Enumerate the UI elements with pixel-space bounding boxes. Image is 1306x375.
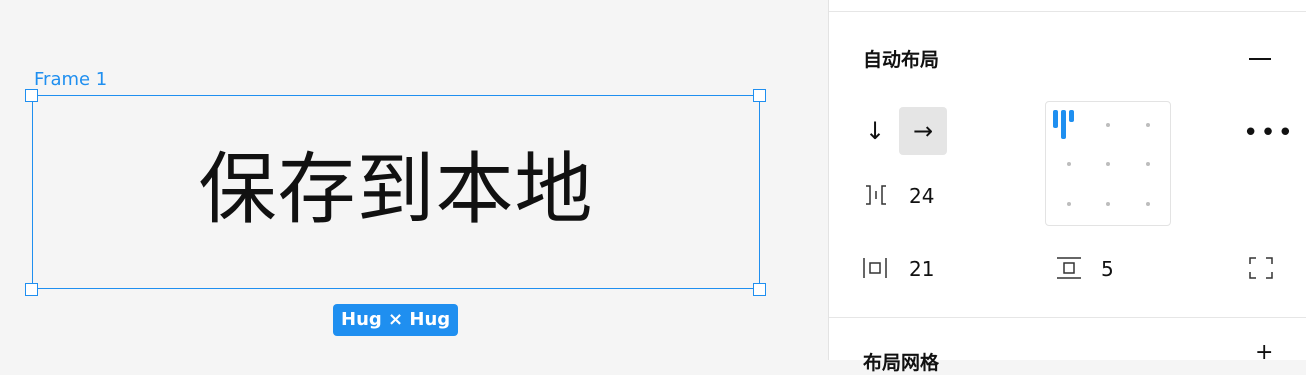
section-divider-bottom (829, 317, 1306, 318)
selected-frame[interactable]: 保存到本地 (32, 95, 760, 289)
size-badge: Hug × Hug (333, 304, 459, 336)
resize-handle-bottom-left[interactable] (25, 283, 38, 296)
horizontal-padding-input[interactable]: 21 (909, 255, 934, 283)
alignment-dot-middle-right[interactable] (1146, 162, 1150, 166)
resize-handle-top-right[interactable] (753, 89, 766, 102)
gap-value-input[interactable]: 24 (909, 182, 934, 210)
arrow-right-icon: → (912, 117, 934, 145)
alignment-indicator-bar-1 (1053, 110, 1058, 128)
vertical-padding-input[interactable]: 5 (1101, 255, 1114, 283)
alignment-dot-middle-left[interactable] (1067, 162, 1071, 166)
alignment-dot-bottom-left[interactable] (1067, 202, 1071, 206)
alignment-dot-top-center[interactable] (1106, 123, 1110, 127)
alignment-indicator-bar-3 (1069, 110, 1074, 122)
auto-layout-section-title: 自动布局 (863, 49, 940, 71)
alignment-dot-bottom-center[interactable] (1106, 202, 1110, 206)
alignment-dot-middle-center[interactable] (1106, 162, 1110, 166)
spacing-between-icon (863, 182, 889, 213)
arrow-down-icon: ↓ (864, 117, 886, 145)
section-divider-top (829, 11, 1306, 12)
alignment-grid[interactable] (1045, 101, 1171, 226)
resize-handle-bottom-right[interactable] (753, 283, 766, 296)
resize-handle-top-left[interactable] (25, 89, 38, 102)
design-canvas[interactable]: Frame 1 保存到本地 Hug × Hug (0, 0, 828, 360)
alignment-dot-top-right[interactable] (1146, 123, 1150, 127)
frame-name-label[interactable]: Frame 1 (34, 68, 107, 92)
add-layout-grid-icon[interactable]: + (1255, 340, 1273, 365)
more-options-icon[interactable]: ••• (1243, 118, 1295, 148)
horizontal-padding-icon (861, 255, 889, 286)
layout-grid-section-title: 布局网格 (863, 352, 940, 374)
alignment-dot-bottom-right[interactable] (1146, 202, 1150, 206)
alignment-indicator-bar-2 (1061, 110, 1066, 139)
properties-panel: 自动布局 ↓ → 24 21 5 ••• 布局网格 + (828, 0, 1306, 374)
independent-padding-icon[interactable] (1247, 255, 1275, 286)
direction-horizontal-button[interactable]: → (899, 107, 947, 155)
frame-text-layer[interactable]: 保存到本地 (33, 140, 759, 240)
direction-vertical-button[interactable]: ↓ (851, 107, 899, 155)
remove-auto-layout-icon[interactable] (1249, 58, 1271, 60)
vertical-padding-icon (1055, 255, 1083, 286)
